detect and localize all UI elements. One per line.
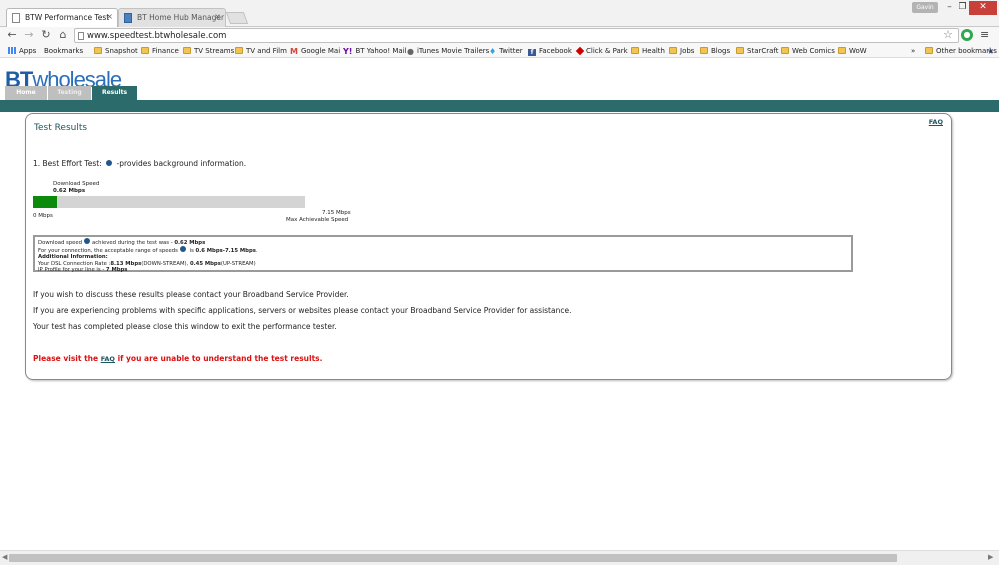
close-tab-icon[interactable]: × bbox=[214, 12, 221, 21]
apps-icon bbox=[8, 47, 16, 54]
scroll-left-icon[interactable]: ◀ bbox=[2, 553, 7, 561]
results-panel: Test Results FAQ 1. Best Effort Test: -p… bbox=[25, 113, 952, 380]
bookmark-google-mail[interactable]: M Google Mai bbox=[290, 46, 340, 57]
folder-icon bbox=[925, 47, 933, 54]
download-speed-value: 0.62 Mbps bbox=[53, 188, 86, 194]
bookmark-blogs[interactable]: Blogs bbox=[700, 46, 730, 56]
folder-icon bbox=[736, 47, 744, 54]
folder-icon bbox=[235, 47, 243, 54]
scrollbar-thumb[interactable] bbox=[9, 554, 897, 562]
download-speed-label: Download Speed bbox=[53, 181, 100, 187]
horizontal-scrollbar[interactable]: ◀ ▶ bbox=[0, 550, 999, 565]
extension-icon[interactable]: ● bbox=[961, 29, 973, 41]
bookmark-health[interactable]: Health bbox=[631, 46, 665, 56]
tab-strip: BTW Performance Test × BT Home Hub Manag… bbox=[0, 0, 999, 27]
close-window-button[interactable]: ✕ bbox=[969, 1, 997, 15]
bookmark-apps[interactable]: Apps bbox=[8, 46, 36, 56]
bookmarks-bar: Apps ★ Bookmarks Snapshot Finance TV Stre… bbox=[0, 44, 999, 58]
bookmark-bookmarks[interactable]: ★ Bookmarks bbox=[44, 46, 994, 56]
max-achievable-label: Max Achievable Speed bbox=[286, 217, 349, 223]
browser-toolbar: ← → ↻ ⌂ www.speedtest.btwholesale.com ☆ … bbox=[0, 27, 999, 44]
page-content: BTwholesale Home Testing Results Test Re… bbox=[0, 58, 999, 565]
forward-button[interactable]: → bbox=[22, 28, 36, 42]
clickpark-icon bbox=[575, 46, 585, 56]
test-details-box: Download speed achieved during the test w… bbox=[33, 235, 853, 273]
minimize-button[interactable]: – bbox=[943, 1, 956, 15]
folder-icon bbox=[700, 47, 708, 54]
back-button[interactable]: ← bbox=[5, 28, 19, 42]
details-line-ip-profile: IP Profile for your line is - 7 Mbps bbox=[38, 266, 128, 273]
tab-title: BT Home Hub Manager - bbox=[137, 13, 226, 22]
url-text: www.speedtest.btwholesale.com bbox=[87, 31, 227, 41]
speed-bar-min: 0 Mbps bbox=[33, 213, 53, 219]
folder-icon bbox=[669, 47, 677, 54]
page-icon bbox=[12, 13, 20, 23]
speed-bar-max: 7.15 Mbps bbox=[322, 210, 351, 216]
bookmark-web-comics[interactable]: Web Comics bbox=[781, 46, 835, 56]
address-bar[interactable]: www.speedtest.btwholesale.com bbox=[74, 28, 959, 43]
info-icon[interactable] bbox=[179, 246, 186, 253]
contact-provider-text: If you wish to discuss these results ple… bbox=[33, 290, 349, 299]
details-line-range: For your connection, the acceptable rang… bbox=[38, 246, 258, 255]
bookmark-finance[interactable]: Finance bbox=[141, 46, 179, 56]
faq-warning: Please visit the FAQ if you are unable t… bbox=[33, 354, 323, 363]
bookmark-other-bookmarks[interactable]: Other bookmarks bbox=[925, 46, 997, 56]
close-window-text: Your test has completed please close thi… bbox=[33, 322, 337, 331]
tab-bt-home-hub-manager[interactable]: BT Home Hub Manager - × bbox=[118, 8, 226, 27]
speed-bar bbox=[33, 196, 305, 208]
reload-button[interactable]: ↻ bbox=[39, 28, 53, 42]
folder-icon bbox=[781, 47, 789, 54]
bookmark-tv-streams[interactable]: TV Streams bbox=[183, 46, 234, 56]
apple-icon: ● bbox=[407, 47, 414, 56]
bookmarks-overflow-button[interactable]: » bbox=[911, 46, 915, 56]
speed-bar-fill bbox=[33, 196, 57, 208]
faq-inline-link[interactable]: FAQ bbox=[101, 355, 115, 363]
bookmark-tv-and-film[interactable]: TV and Film bbox=[235, 46, 287, 56]
menu-icon[interactable]: ≡ bbox=[980, 28, 989, 41]
bookmark-twitter[interactable]: ♦ Twitter bbox=[489, 46, 523, 57]
bookmark-wow[interactable]: WoW bbox=[838, 46, 867, 56]
bookmark-starcraft[interactable]: StarCraft bbox=[736, 46, 779, 56]
panel-title: Test Results bbox=[34, 123, 88, 133]
nav-testing-tab[interactable]: Testing bbox=[48, 86, 91, 100]
profile-button[interactable]: Gavin bbox=[912, 2, 938, 13]
info-icon[interactable] bbox=[106, 160, 113, 166]
info-icon[interactable] bbox=[84, 238, 91, 244]
folder-icon bbox=[141, 47, 149, 54]
faq-link[interactable]: FAQ bbox=[929, 118, 943, 126]
folder-icon bbox=[183, 47, 191, 54]
facebook-icon: f bbox=[528, 49, 536, 56]
bookmark-bt-yahoo-mail[interactable]: Y! BT Yahoo! Mail bbox=[343, 46, 407, 57]
bt-favicon-icon bbox=[124, 13, 132, 23]
bookmark-click-and-park[interactable]: Click & Park bbox=[575, 46, 628, 56]
folder-icon bbox=[94, 47, 102, 54]
bookmark-facebook[interactable]: f Facebook bbox=[528, 46, 572, 56]
problems-text: If you are experiencing problems with sp… bbox=[33, 306, 572, 315]
page-icon bbox=[78, 32, 84, 40]
bookmark-star-icon[interactable]: ☆ bbox=[943, 28, 953, 41]
yahoo-icon: Y! bbox=[343, 47, 353, 56]
tab-title: BTW Performance Test bbox=[25, 13, 110, 22]
tab-btw-performance-test[interactable]: BTW Performance Test × bbox=[6, 8, 118, 27]
maximize-button[interactable]: ❐ bbox=[956, 1, 969, 15]
scroll-right-icon[interactable]: ▶ bbox=[988, 553, 993, 561]
details-line-download: Download speed achieved during the test w… bbox=[38, 238, 206, 246]
new-tab-button[interactable] bbox=[225, 12, 249, 24]
folder-icon bbox=[838, 47, 846, 54]
twitter-icon: ♦ bbox=[489, 47, 497, 56]
gmail-icon: M bbox=[290, 47, 298, 56]
close-tab-icon[interactable]: × bbox=[106, 12, 113, 21]
best-effort-heading: 1. Best Effort Test: -provides backgroun… bbox=[33, 159, 247, 168]
bookmark-jobs[interactable]: Jobs bbox=[669, 46, 694, 56]
home-button[interactable]: ⌂ bbox=[56, 28, 70, 42]
folder-icon bbox=[631, 47, 639, 54]
nav-results-tab[interactable]: Results bbox=[92, 86, 137, 100]
nav-home-tab[interactable]: Home bbox=[5, 86, 47, 100]
site-nav-bar bbox=[0, 100, 999, 112]
bookmark-itunes-movie-trailers[interactable]: ● iTunes Movie Trailers bbox=[407, 46, 489, 57]
bookmark-snapshot[interactable]: Snapshot bbox=[94, 46, 138, 56]
